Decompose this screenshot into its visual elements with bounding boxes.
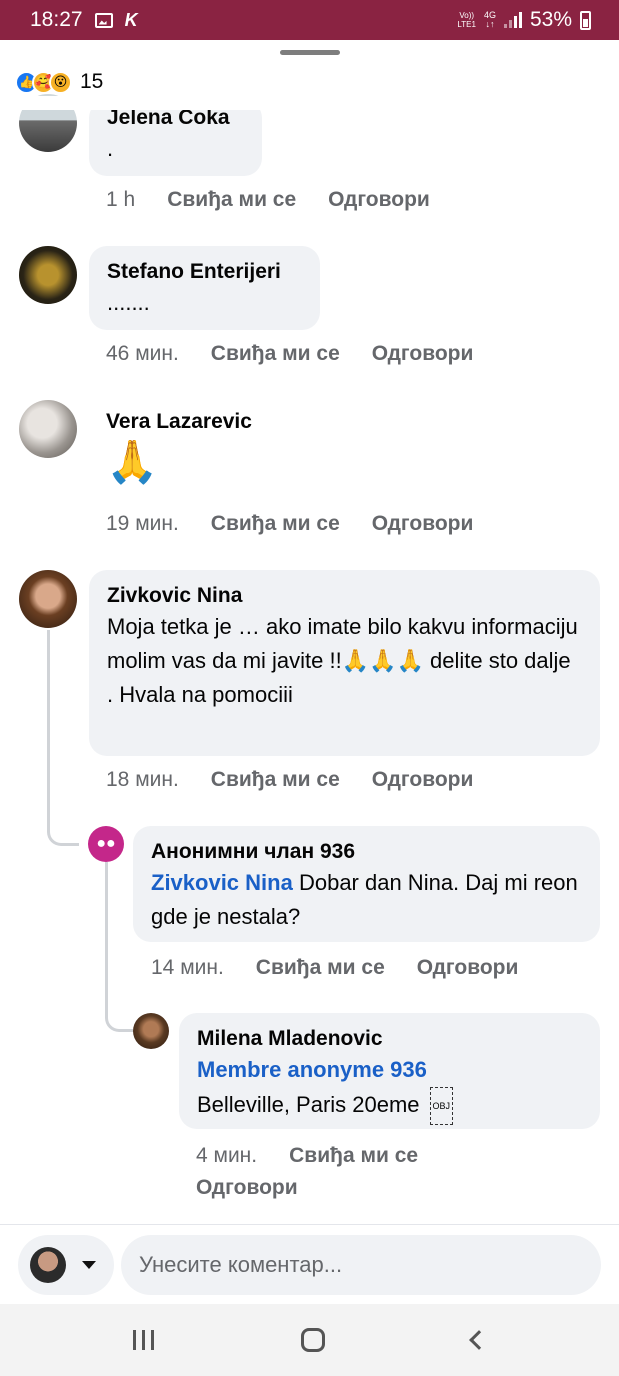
- like-button[interactable]: Свиђа ми се: [256, 956, 385, 980]
- signal-icon: [503, 12, 522, 28]
- reply-button[interactable]: Одговори: [417, 956, 519, 980]
- scroll-mask: [0, 96, 619, 110]
- app-notification-icon: K: [124, 9, 138, 30]
- post-as-selector[interactable]: [18, 1235, 114, 1295]
- comment-content: Vera Lazarevic 🙏: [106, 408, 252, 488]
- comment-composer: Унесите коментар...: [0, 1224, 619, 1304]
- sheet-drag-handle[interactable]: [280, 50, 340, 55]
- reply-button[interactable]: Одговори: [372, 768, 474, 792]
- gallery-icon: [94, 12, 113, 28]
- battery-icon: [580, 10, 591, 30]
- comment-author[interactable]: Stefano Enterijeri: [107, 258, 302, 286]
- status-bar-right: Vo)) LTE1 4G ↓↑ 53%: [457, 8, 591, 32]
- like-button[interactable]: Свиђа ми се: [211, 768, 340, 792]
- recents-icon[interactable]: [133, 1330, 155, 1350]
- comment-actions: 46 мин. Свиђа ми се Одговори: [106, 342, 473, 366]
- comment-time: 19 мин.: [106, 512, 179, 535]
- comment-bubble[interactable]: Stefano Enterijeri .......: [89, 246, 320, 330]
- comment-actions: 14 мин. Свиђа ми се Одговори: [151, 956, 518, 980]
- comment-time: 14 мин.: [151, 956, 224, 979]
- comment-time: 46 мин.: [106, 342, 179, 365]
- reply-button[interactable]: Одговори: [196, 1176, 298, 1200]
- comment-text: .: [107, 136, 114, 161]
- mention-link[interactable]: Membre anonyme 936: [197, 1057, 427, 1082]
- comment-actions: 18 мин. Свиђа ми се Одговори: [106, 768, 473, 792]
- network-type-icon: 4G ↓↑: [483, 10, 496, 29]
- reply-button[interactable]: Одговори: [328, 188, 430, 212]
- status-bar-left: 18:27 K: [30, 8, 138, 32]
- status-time: 18:27: [30, 8, 83, 31]
- avatar[interactable]: [19, 400, 77, 458]
- comment-text: Moja tetka je … ako imate bilo kakvu inf…: [107, 614, 578, 707]
- comment-bubble[interactable]: Анонимни члан 936 Zivkovic Nina Dobar da…: [133, 826, 600, 942]
- avatar[interactable]: [19, 570, 77, 628]
- thread-connector: [47, 630, 79, 846]
- like-button[interactable]: Свиђа ми се: [167, 188, 296, 212]
- comment-actions: 4 мин. Свиђа ми се Одговори: [196, 1144, 486, 1200]
- reply-button[interactable]: Одговори: [372, 512, 474, 536]
- anonymous-member-icon[interactable]: ●●: [88, 826, 124, 862]
- comment-bubble[interactable]: Jelena Coka .: [89, 100, 262, 176]
- comment-actions: 19 мин. Свиђа ми се Одговори: [106, 512, 473, 536]
- comment-bubble[interactable]: Zivkovic Nina Moja tetka je … ako imate …: [89, 570, 600, 756]
- comment-time: 18 мин.: [106, 768, 179, 791]
- like-button[interactable]: Свиђа ми се: [211, 512, 340, 536]
- reactions-summary[interactable]: 👍 🥰 😮 15: [15, 70, 103, 94]
- home-icon[interactable]: [300, 1328, 325, 1352]
- battery-percent: 53%: [529, 8, 572, 31]
- comment-bubble[interactable]: Milena Mladenovic Membre anonyme 936 Bel…: [179, 1013, 600, 1129]
- comment-time: 4 мин.: [196, 1144, 258, 1167]
- thread-connector: [105, 862, 133, 1032]
- comment-author[interactable]: Анонимни члан 936: [151, 838, 582, 866]
- comment-text: Belleville, Paris 20eme: [197, 1091, 420, 1117]
- comment-text: .......: [107, 290, 150, 315]
- volte-icon: Vo)) LTE1: [457, 11, 476, 29]
- chevron-down-icon: [82, 1261, 96, 1269]
- avatar[interactable]: [19, 246, 77, 304]
- wow-icon: 😮: [49, 70, 72, 94]
- like-button[interactable]: Свиђа ми се: [211, 342, 340, 366]
- reply-button[interactable]: Одговори: [372, 342, 474, 366]
- comment-time: 1 h: [106, 188, 136, 211]
- mention-link[interactable]: Zivkovic Nina: [151, 870, 293, 895]
- back-icon[interactable]: [468, 1330, 489, 1350]
- obj-placeholder-icon: OBJ: [429, 1087, 454, 1125]
- avatar[interactable]: [133, 1013, 169, 1049]
- status-bar: 18:27 K Vo)) LTE1 4G ↓↑ 53%: [0, 0, 619, 40]
- comment-actions: 1 h Свиђа ми се Одговори: [106, 188, 430, 212]
- avatar: [30, 1247, 66, 1283]
- comment-author[interactable]: Milena Mladenovic: [197, 1025, 582, 1053]
- comment-author[interactable]: Zivkovic Nina: [107, 582, 582, 610]
- system-nav-bar: [0, 1304, 619, 1376]
- comment-emoji: 🙏: [106, 438, 159, 485]
- comment-input[interactable]: Унесите коментар...: [121, 1235, 601, 1295]
- reaction-count: 15: [80, 70, 104, 93]
- like-button[interactable]: Свиђа ми се: [289, 1144, 418, 1168]
- comment-author[interactable]: Vera Lazarevic: [106, 408, 252, 436]
